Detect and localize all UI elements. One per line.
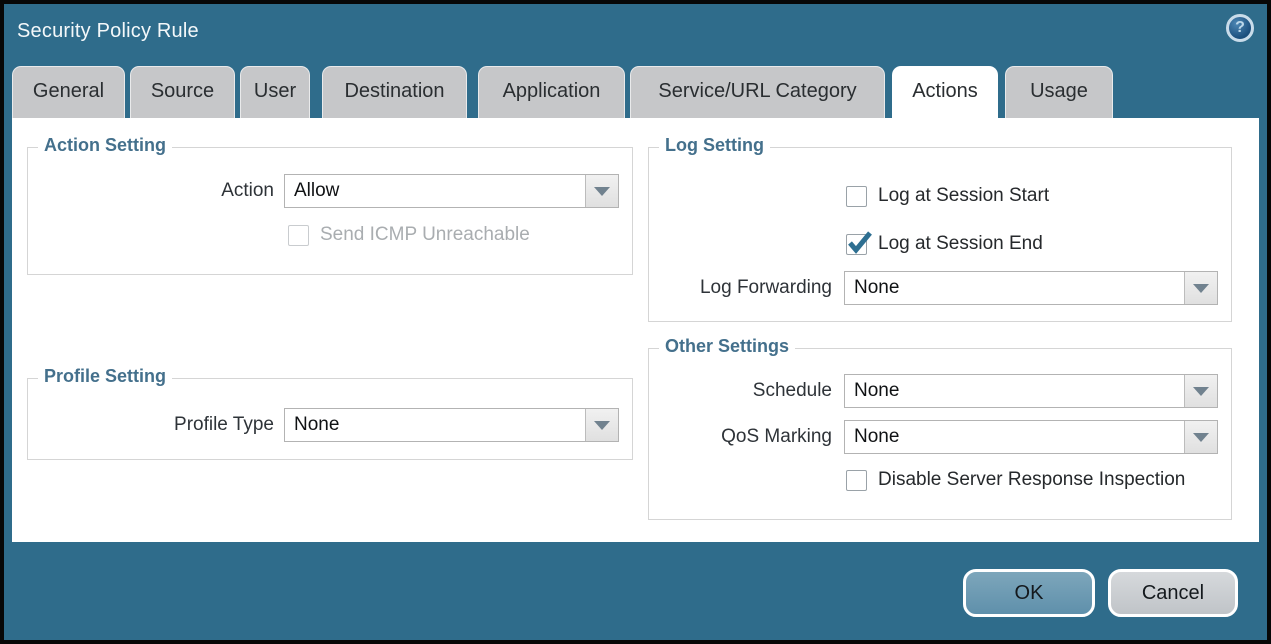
tab-actions[interactable]: Actions bbox=[892, 66, 998, 122]
action-setting-group: Action Setting Action Allow Send ICMP Un… bbox=[27, 147, 633, 275]
profile-type-label: Profile Type bbox=[174, 408, 274, 442]
profile-setting-group: Profile Setting Profile Type None bbox=[27, 378, 633, 460]
log-forwarding-label: Log Forwarding bbox=[700, 271, 832, 305]
qos-marking-label: QoS Marking bbox=[721, 420, 832, 454]
tab-application[interactable]: Application bbox=[478, 66, 625, 122]
tab-service-url-category-label: Service/URL Category bbox=[658, 80, 856, 103]
log-at-session-start-label: Log at Session Start bbox=[878, 185, 1049, 207]
tab-usage-label: Usage bbox=[1030, 80, 1088, 103]
log-at-session-start-row: Log at Session Start bbox=[846, 185, 1049, 207]
action-label: Action bbox=[221, 174, 274, 208]
chevron-down-icon bbox=[1193, 433, 1209, 442]
log-forwarding-dropdown-value: None bbox=[845, 272, 1184, 304]
ok-button[interactable]: OK bbox=[963, 569, 1095, 617]
send-icmp-unreachable-checkbox bbox=[288, 225, 309, 246]
tab-service-url-category[interactable]: Service/URL Category bbox=[630, 66, 885, 122]
qos-marking-dropdown-value: None bbox=[845, 421, 1184, 453]
chevron-down-icon bbox=[594, 421, 610, 430]
disable-server-response-inspection-label: Disable Server Response Inspection bbox=[878, 469, 1185, 491]
tab-actions-label: Actions bbox=[912, 80, 978, 103]
tab-source[interactable]: Source bbox=[130, 66, 235, 122]
disable-server-response-inspection-checkbox[interactable] bbox=[846, 470, 867, 491]
action-setting-legend: Action Setting bbox=[38, 135, 172, 156]
tab-destination-label: Destination bbox=[344, 80, 444, 103]
qos-marking-dropdown[interactable]: None bbox=[844, 420, 1218, 454]
log-at-session-start-checkbox[interactable] bbox=[846, 186, 867, 207]
cancel-button[interactable]: Cancel bbox=[1108, 569, 1238, 617]
log-at-session-end-checkbox[interactable] bbox=[846, 234, 867, 255]
profile-type-dropdown-value: None bbox=[285, 409, 585, 441]
schedule-label: Schedule bbox=[753, 374, 832, 408]
tab-usage[interactable]: Usage bbox=[1005, 66, 1113, 122]
log-forwarding-dropdown-arrow-button[interactable] bbox=[1184, 272, 1217, 304]
action-dropdown-arrow-button[interactable] bbox=[585, 175, 618, 207]
action-dropdown[interactable]: Allow bbox=[284, 174, 619, 208]
qos-marking-dropdown-arrow-button[interactable] bbox=[1184, 421, 1217, 453]
dialog-title: Security Policy Rule bbox=[17, 20, 199, 43]
log-setting-legend: Log Setting bbox=[659, 135, 770, 156]
cancel-button-label: Cancel bbox=[1142, 582, 1204, 605]
other-settings-group: Other Settings Schedule None QoS Marking… bbox=[648, 348, 1232, 520]
profile-type-dropdown[interactable]: None bbox=[284, 408, 619, 442]
send-icmp-unreachable-row: Send ICMP Unreachable bbox=[288, 224, 530, 246]
profile-type-dropdown-arrow-button[interactable] bbox=[585, 409, 618, 441]
tab-destination[interactable]: Destination bbox=[322, 66, 467, 122]
log-forwarding-dropdown[interactable]: None bbox=[844, 271, 1218, 305]
tab-user-label: User bbox=[254, 80, 296, 103]
schedule-dropdown-arrow-button[interactable] bbox=[1184, 375, 1217, 407]
ok-button-label: OK bbox=[1015, 582, 1044, 605]
tab-user[interactable]: User bbox=[240, 66, 310, 122]
schedule-dropdown[interactable]: None bbox=[844, 374, 1218, 408]
other-settings-legend: Other Settings bbox=[659, 336, 795, 357]
tab-general-label: General bbox=[33, 80, 104, 103]
send-icmp-unreachable-label: Send ICMP Unreachable bbox=[320, 224, 530, 246]
help-icon-glyph: ? bbox=[1235, 19, 1245, 37]
chevron-down-icon bbox=[1193, 387, 1209, 396]
profile-setting-legend: Profile Setting bbox=[38, 366, 172, 387]
chevron-down-icon bbox=[594, 187, 610, 196]
help-icon[interactable]: ? bbox=[1226, 14, 1254, 42]
tab-application-label: Application bbox=[503, 80, 601, 103]
tab-source-label: Source bbox=[151, 80, 214, 103]
schedule-dropdown-value: None bbox=[845, 375, 1184, 407]
tab-general[interactable]: General bbox=[12, 66, 125, 122]
log-setting-group: Log Setting Log at Session Start Log at … bbox=[648, 147, 1232, 322]
log-at-session-end-label: Log at Session End bbox=[878, 233, 1043, 255]
actions-tab-panel: Action Setting Action Allow Send ICMP Un… bbox=[12, 118, 1259, 542]
action-dropdown-value: Allow bbox=[285, 175, 585, 207]
checkmark-icon bbox=[846, 229, 873, 256]
security-policy-rule-dialog: Security Policy Rule ? General Source Us… bbox=[4, 4, 1267, 640]
disable-server-response-inspection-row: Disable Server Response Inspection bbox=[846, 469, 1185, 491]
log-at-session-end-row: Log at Session End bbox=[846, 233, 1043, 255]
chevron-down-icon bbox=[1193, 284, 1209, 293]
